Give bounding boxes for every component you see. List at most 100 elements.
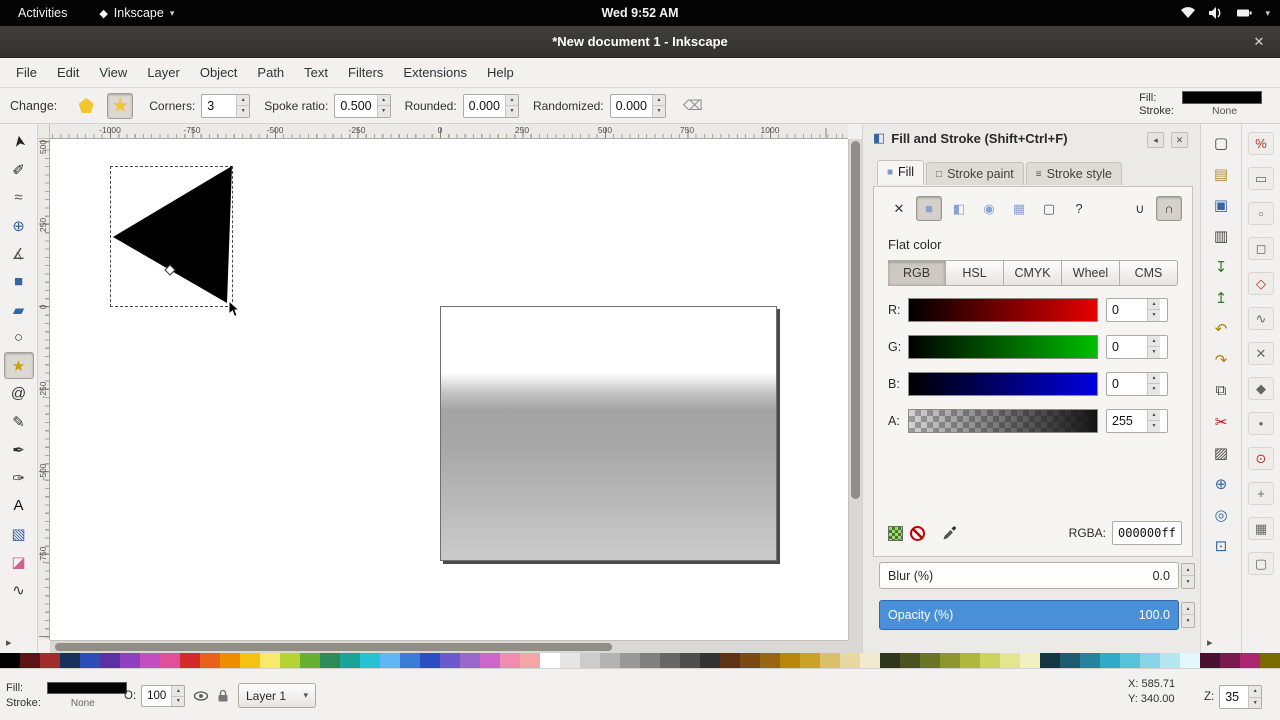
palette-swatch[interactable] (1200, 653, 1220, 668)
close-window-button[interactable]: ✕ (1250, 33, 1268, 51)
fill-rule-nonzero-button[interactable]: ∩ (1156, 196, 1182, 221)
palette-swatch[interactable] (660, 653, 680, 668)
palette-swatch[interactable] (220, 653, 240, 668)
tab-stroke-paint[interactable]: □ Stroke paint (926, 162, 1024, 185)
pattern-swatch-icon[interactable] (888, 526, 903, 541)
measure-tool-button[interactable]: ∡ (4, 240, 34, 267)
selector-tool-button[interactable]: ➤ (3, 124, 35, 158)
tab-stroke-style[interactable]: ≡ Stroke style (1026, 162, 1122, 185)
horizontal-scrollbar-thumb[interactable] (55, 643, 612, 651)
calligraphy-tool-button[interactable]: ✑ (4, 464, 34, 491)
palette-swatch[interactable] (820, 653, 840, 668)
pen-tool-button[interactable]: ✒ (4, 436, 34, 463)
rgba-input[interactable]: 000000ff (1112, 521, 1182, 545)
spin-down-icon[interactable]: ▼ (1182, 615, 1194, 627)
snap-paths-button[interactable]: ∿ (1248, 307, 1274, 330)
spin-down-icon[interactable]: ▼ (1148, 347, 1160, 358)
fill-rule-evenodd-button[interactable]: ∪ (1127, 196, 1153, 221)
menu-filters[interactable]: Filters (338, 58, 393, 87)
spin-up-icon[interactable]: ▲ (1182, 603, 1194, 615)
palette-swatch[interactable] (1060, 653, 1080, 668)
snap-bbox-edges-button[interactable]: ▫ (1248, 202, 1274, 225)
spin-down-icon[interactable]: ▼ (1182, 576, 1194, 588)
menu-object[interactable]: Object (190, 58, 248, 87)
paint-none-button[interactable]: ✕ (886, 196, 912, 221)
slider-spinbox[interactable]: 0 ▲ ▼ (1106, 372, 1168, 396)
opacity-spinbox[interactable]: 100 ▲ ▼ (141, 685, 185, 707)
zoom-page-button[interactable]: ⊡ (1207, 533, 1235, 558)
palette-swatch[interactable] (100, 653, 120, 668)
alpha-slider[interactable] (908, 409, 1098, 433)
menu-path[interactable]: Path (247, 58, 294, 87)
spin-down-icon[interactable]: ▼ (506, 106, 518, 117)
palette-swatch[interactable] (1080, 653, 1100, 668)
vertical-scrollbar-thumb[interactable] (851, 141, 860, 499)
palette-swatch[interactable] (180, 653, 200, 668)
activities-button[interactable]: Activities (12, 4, 73, 22)
snap-path-intersections-button[interactable]: ✕ (1248, 342, 1274, 365)
spin-down-icon[interactable]: ▼ (1148, 421, 1160, 432)
spin-steppers[interactable]: ▲ ▼ (1147, 410, 1160, 432)
print-button[interactable]: ▥ (1207, 223, 1235, 248)
horizontal-ruler[interactable]: -1000 -750 -500 -250 0 250 500 750 1000 (50, 124, 848, 139)
palette-swatch[interactable] (760, 653, 780, 668)
spin-steppers[interactable]: ▲ ▼ (652, 95, 665, 117)
palette-swatch[interactable] (1140, 653, 1160, 668)
spin-steppers[interactable]: ▲ ▼ (377, 95, 390, 117)
palette-swatch[interactable] (640, 653, 660, 668)
palette-swatch[interactable] (460, 653, 480, 668)
palette-swatch[interactable] (420, 653, 440, 668)
paint-flat-color-button[interactable]: ■ (916, 196, 942, 221)
palette-swatch[interactable] (440, 653, 460, 668)
stroke-value[interactable]: None (47, 698, 127, 709)
zoom-tool-button[interactable]: ⊕ (4, 212, 34, 239)
palette-swatch[interactable] (980, 653, 1000, 668)
dock-close-button[interactable]: ✕ (1171, 132, 1188, 148)
toolbox-expander[interactable]: ▸ (0, 636, 12, 649)
spin-down-icon[interactable]: ▼ (237, 106, 249, 117)
star-shape-triangle[interactable] (108, 164, 238, 309)
layer-lock-toggle[interactable] (214, 687, 232, 705)
export-button[interactable]: ↥ (1207, 285, 1235, 310)
spin-up-icon[interactable]: ▲ (1182, 564, 1194, 576)
paint-unknown-button[interactable]: ? (1066, 196, 1092, 221)
palette-swatch[interactable] (400, 653, 420, 668)
snap-nodes-button[interactable]: ◇ (1248, 272, 1274, 295)
no-paint-icon[interactable] (910, 526, 925, 541)
palette-swatch[interactable] (1100, 653, 1120, 668)
spin-up-icon[interactable]: ▲ (1249, 686, 1261, 698)
zoom-drawing-button[interactable]: ◎ (1207, 502, 1235, 527)
spin-up-icon[interactable]: ▲ (172, 686, 184, 697)
color-picker-button[interactable] (939, 522, 961, 544)
spin-up-icon[interactable]: ▲ (378, 95, 390, 107)
menu-layer[interactable]: Layer (137, 58, 190, 87)
palette-swatch[interactable] (720, 653, 740, 668)
snap-bbox-corners-button[interactable]: ◻ (1248, 237, 1274, 260)
color-tab-cmyk[interactable]: CMYK (1004, 260, 1062, 286)
star-mode-button[interactable] (107, 93, 133, 119)
snap-rotation-centers-button[interactable]: + (1248, 482, 1274, 505)
menu-edit[interactable]: Edit (47, 58, 89, 87)
snap-grid-button[interactable]: ▦ (1248, 517, 1274, 540)
new-document-button[interactable]: ▢ (1207, 130, 1235, 155)
paint-radial-gradient-button[interactable]: ◉ (976, 196, 1002, 221)
import-button[interactable]: ↧ (1207, 254, 1235, 279)
undo-button[interactable]: ↶ (1207, 316, 1235, 341)
palette-swatch[interactable] (740, 653, 760, 668)
palette-swatch[interactable] (900, 653, 920, 668)
palette-swatch[interactable] (360, 653, 380, 668)
paint-swatch-button[interactable]: ▢ (1036, 196, 1062, 221)
palette-swatch[interactable] (600, 653, 620, 668)
gradient-tool-button[interactable]: ▧ (4, 520, 34, 547)
spin-up-icon[interactable]: ▲ (653, 95, 665, 107)
palette-swatch[interactable] (520, 653, 540, 668)
save-document-button[interactable]: ▣ (1207, 192, 1235, 217)
palette-swatch[interactable] (320, 653, 340, 668)
palette-swatch[interactable] (700, 653, 720, 668)
palette-swatch[interactable] (80, 653, 100, 668)
palette-swatch[interactable] (540, 653, 560, 668)
menu-help[interactable]: Help (477, 58, 524, 87)
palette-swatch[interactable] (0, 653, 20, 668)
palette-swatch[interactable] (120, 653, 140, 668)
zoom-selection-button[interactable]: ⊕ (1207, 471, 1235, 496)
